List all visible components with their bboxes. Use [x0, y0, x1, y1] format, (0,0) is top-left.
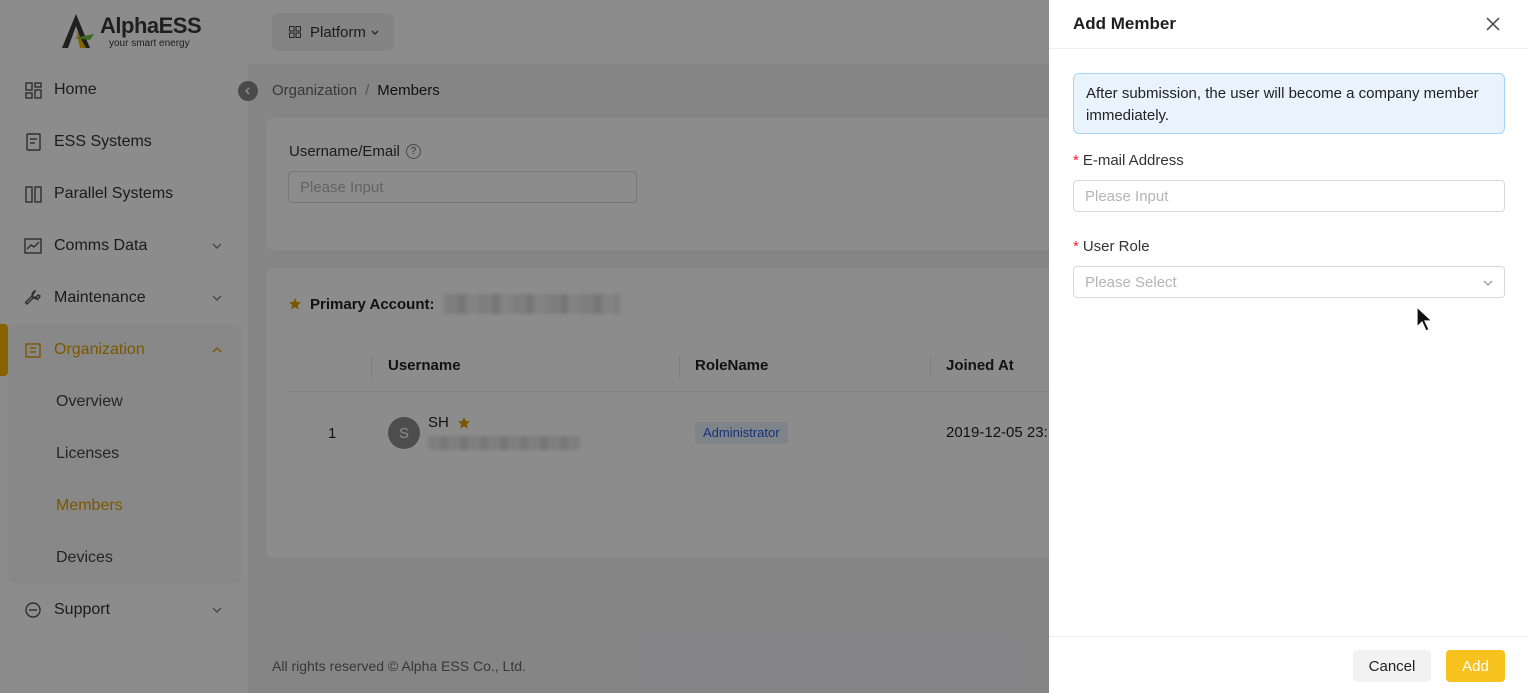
modal-mask[interactable] — [0, 0, 1049, 693]
chevron-down-icon — [1483, 280, 1493, 286]
role-label-text: User Role — [1082, 238, 1150, 255]
user-role-select[interactable]: Please Select — [1073, 266, 1505, 298]
info-notice: After submission, the user will become a… — [1073, 73, 1505, 134]
email-field[interactable] — [1073, 180, 1505, 212]
mouse-cursor-icon — [1416, 306, 1434, 332]
required-mark: * — [1073, 152, 1079, 169]
required-mark: * — [1073, 238, 1079, 255]
cancel-button[interactable]: Cancel — [1353, 650, 1431, 682]
drawer-title: Add Member — [1073, 14, 1176, 33]
role-placeholder: Please Select — [1085, 274, 1177, 291]
drawer-footer: Cancel Add — [1049, 636, 1529, 693]
email-label: * E-mail Address — [1073, 152, 1184, 169]
add-member-drawer: Add Member After submission, the user wi… — [1049, 0, 1529, 693]
email-label-text: E-mail Address — [1082, 152, 1184, 169]
role-label: * User Role — [1073, 238, 1150, 255]
add-button[interactable]: Add — [1446, 650, 1505, 682]
drawer-header: Add Member — [1049, 0, 1529, 49]
close-icon[interactable] — [1485, 16, 1501, 32]
